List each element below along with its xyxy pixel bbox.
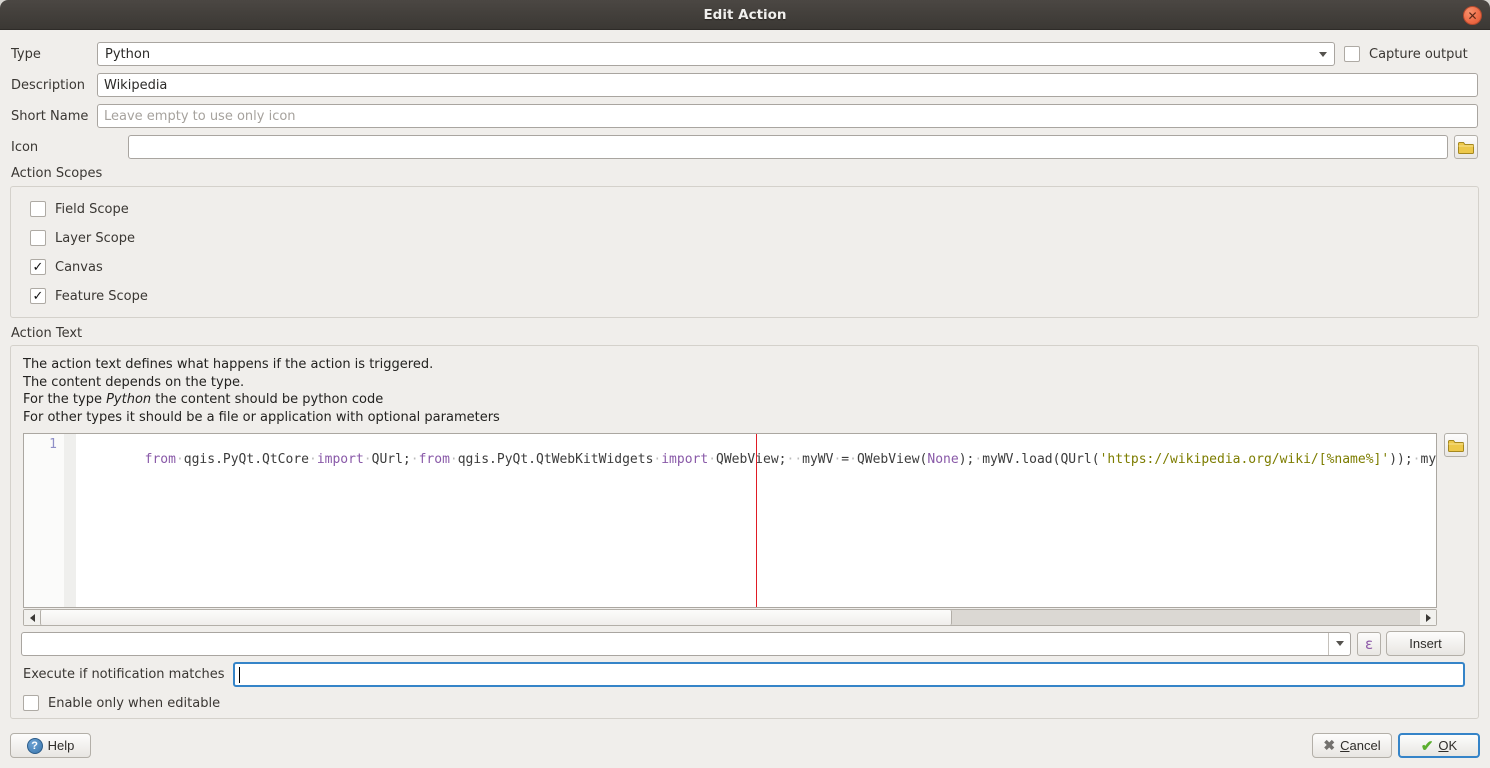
code-file-browse-button[interactable] [1444,433,1468,457]
icon-path-input[interactable] [128,135,1448,159]
type-combobox-value: Python [105,47,1312,62]
icon-label: Icon [11,140,128,155]
edge-marker-line [756,434,757,607]
type-label: Type [11,47,97,62]
insert-button[interactable]: Insert [1386,631,1465,656]
capture-output-checkbox[interactable]: Capture output [1344,46,1468,62]
help-button[interactable]: ? Help [10,733,91,758]
icon-browse-button[interactable] [1454,135,1478,159]
code-line-text: from·qgis.PyQt.QtCore·import·QUrl;·from·… [145,452,1436,467]
help-line-2: The content depends on the type. [23,374,500,392]
type-combobox[interactable]: Python [97,42,1335,66]
ok-button[interactable]: ✔ OK [1398,733,1480,758]
description-input[interactable] [97,73,1478,97]
cancel-x-icon: ✖ [1323,737,1335,754]
scope-checkbox-feature-scope[interactable]: ✓ Feature Scope [30,288,148,304]
checkbox-label: Field Scope [55,202,129,217]
description-row: Description [11,73,1478,97]
fold-margin [64,434,76,607]
close-button[interactable]: ✕ [1463,6,1482,25]
line-number-gutter: 1 [24,434,64,607]
action-scopes-title: Action Scopes [11,166,102,181]
chevron-down-icon[interactable] [1312,43,1334,65]
text-caret [239,667,240,683]
epsilon-icon: ε [1365,635,1373,653]
help-question-icon: ? [27,738,43,754]
expression-builder-button[interactable]: ε [1357,632,1381,656]
scope-checkbox-canvas[interactable]: ✓ Canvas [30,259,103,275]
folder-icon [1458,141,1474,154]
checkbox-label: Canvas [55,260,103,275]
scope-checkbox-field-scope[interactable]: Field Scope [30,201,129,217]
short-name-input[interactable] [97,104,1478,128]
checkbox-box[interactable] [30,201,46,217]
type-row: Type Python Capture output [11,42,1478,66]
ok-check-icon: ✔ [1421,737,1434,755]
help-line-4: For other types it should be a file or a… [23,409,500,427]
cancel-button[interactable]: ✖ Cancel [1312,733,1392,758]
edit-action-dialog: Edit Action ✕ Type Python Capture output… [0,0,1490,768]
code-area[interactable]: from·qgis.PyQt.QtCore·import·QUrl;·from·… [76,434,1436,607]
capture-output-label: Capture output [1369,47,1468,62]
checkbox-box[interactable] [30,230,46,246]
short-name-label: Short Name [11,109,97,124]
titlebar[interactable]: Edit Action ✕ [0,0,1490,30]
code-editor[interactable]: 1 from·qgis.PyQt.QtCore·import·QUrl;·fro… [23,433,1437,608]
action-scopes-group: Field Scope Layer Scope ✓ Canvas ✓ Feature Sc… [10,186,1479,318]
checkbox-box[interactable] [23,695,39,711]
enable-editable-label: Enable only when editable [48,696,220,711]
chevron-down-icon[interactable] [1328,633,1350,655]
notification-row: Execute if notification matches [23,662,1465,687]
folder-icon [1448,439,1464,452]
checkbox-box[interactable]: ✓ [30,288,46,304]
scrollbar-track[interactable] [952,610,1420,625]
checkbox-box[interactable] [1344,46,1360,62]
description-label: Description [11,78,97,93]
scrollbar-thumb[interactable] [40,610,952,625]
action-text-title: Action Text [11,326,82,341]
window-title: Edit Action [703,7,786,23]
checkbox-label: Feature Scope [55,289,148,304]
scope-checkbox-layer-scope[interactable]: Layer Scope [30,230,135,246]
close-icon: ✕ [1467,9,1477,23]
scroll-left-arrow[interactable] [24,610,40,625]
horizontal-scrollbar[interactable] [23,609,1437,626]
action-text-group: The action text defines what happens if … [10,345,1479,719]
help-line-1: The action text defines what happens if … [23,356,500,374]
checkbox-box[interactable]: ✓ [30,259,46,275]
variable-insert-row: ε Insert [21,631,1465,656]
action-text-help: The action text defines what happens if … [23,356,500,426]
notification-label: Execute if notification matches [23,667,225,682]
short-name-row: Short Name [11,104,1478,128]
scroll-right-arrow[interactable] [1420,610,1436,625]
enable-editable-checkbox[interactable]: Enable only when editable [23,695,220,711]
help-line-3: For the type Python the content should b… [23,391,500,409]
notification-input[interactable] [233,662,1465,687]
line-number: 1 [49,437,57,452]
variable-combobox[interactable] [21,632,1351,656]
checkbox-label: Layer Scope [55,231,135,246]
icon-row: Icon [11,135,1478,159]
